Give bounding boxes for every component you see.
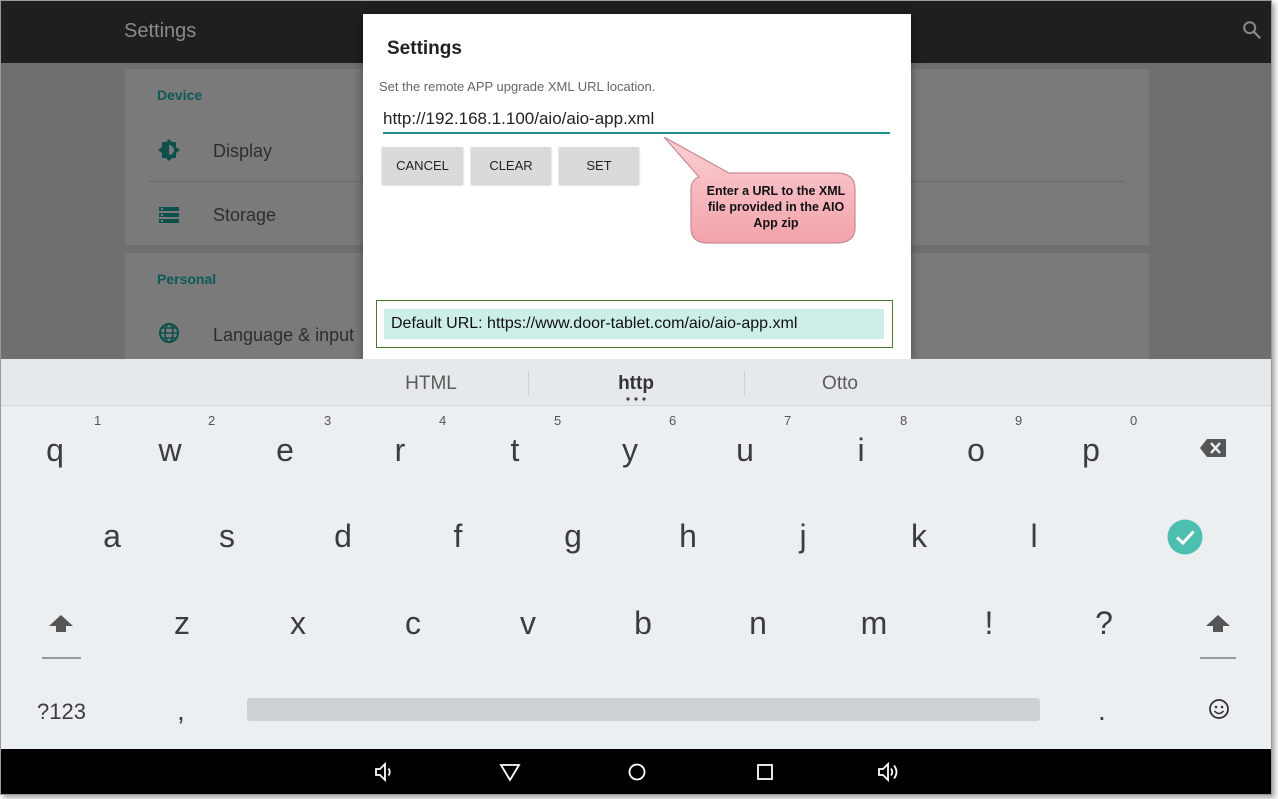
key-i[interactable]: i xyxy=(831,432,891,469)
key-hint-9: 9 xyxy=(1015,413,1023,428)
suggestion-html[interactable]: HTML xyxy=(331,373,531,395)
key-hint-5: 5 xyxy=(554,413,562,428)
key-period[interactable]: . xyxy=(1098,695,1106,727)
suggestion-strip: HTML http Otto xyxy=(1,359,1271,406)
shift-right-icon[interactable] xyxy=(1204,613,1232,633)
backspace-icon[interactable] xyxy=(1199,438,1227,458)
navigation-bar xyxy=(1,749,1271,794)
back-icon[interactable] xyxy=(498,760,522,784)
search-icon[interactable] xyxy=(1241,19,1263,41)
volume-up-icon[interactable] xyxy=(877,760,901,784)
key-w[interactable]: w xyxy=(140,432,200,469)
dialog-message: Set the remote APP upgrade XML URL locat… xyxy=(379,79,656,94)
key-hint-2: 2 xyxy=(208,413,216,428)
url-input[interactable] xyxy=(383,106,890,134)
key-hint-1: 1 xyxy=(94,413,102,428)
key-hint-8: 8 xyxy=(900,413,908,428)
screen-frame: Settings Device Display Storage Personal xyxy=(0,0,1272,795)
key-h[interactable]: h xyxy=(658,518,718,555)
default-url-highlight: Default URL: https://www.door-tablet.com… xyxy=(384,309,884,339)
key-a[interactable]: a xyxy=(82,518,142,555)
settings-item-display[interactable]: Display xyxy=(213,141,272,162)
key-t[interactable]: t xyxy=(485,432,545,469)
shift-icon[interactable] xyxy=(47,613,75,633)
shift-underline xyxy=(1200,657,1236,659)
key-q[interactable]: q xyxy=(25,432,85,469)
cancel-button[interactable]: CANCEL xyxy=(382,147,463,184)
key-g[interactable]: g xyxy=(543,518,603,555)
set-button[interactable]: SET xyxy=(559,147,639,184)
soft-keyboard: HTML http Otto q w e r t y u i o p 1 2 3… xyxy=(1,359,1271,749)
key-e[interactable]: e xyxy=(255,432,315,469)
key-hint-6: 6 xyxy=(669,413,677,428)
emoji-icon[interactable] xyxy=(1208,698,1230,720)
key-s[interactable]: s xyxy=(197,518,257,555)
settings-item-storage[interactable]: Storage xyxy=(213,205,276,226)
symbols-key[interactable]: ?123 xyxy=(37,699,86,725)
key-y[interactable]: y xyxy=(600,432,660,469)
space-bar[interactable] xyxy=(247,698,1040,721)
suggestion-divider xyxy=(528,371,529,395)
key-u[interactable]: u xyxy=(715,432,775,469)
key-comma[interactable]: , xyxy=(177,695,185,727)
home-icon[interactable] xyxy=(625,760,649,784)
key-n[interactable]: n xyxy=(728,605,788,642)
suggestion-http[interactable]: http xyxy=(536,373,736,395)
key-z[interactable]: z xyxy=(152,605,212,642)
key-c[interactable]: c xyxy=(383,605,443,642)
shift-underline xyxy=(42,657,81,659)
device-section-title: Device xyxy=(157,87,203,103)
globe-icon xyxy=(159,323,179,343)
key-f[interactable]: f xyxy=(428,518,488,555)
key-question[interactable]: ? xyxy=(1074,605,1134,642)
recents-icon[interactable] xyxy=(753,760,777,784)
key-hint-4: 4 xyxy=(439,413,447,428)
key-j[interactable]: j xyxy=(773,518,833,555)
key-r[interactable]: r xyxy=(370,432,430,469)
app-bar-title: Settings xyxy=(124,20,197,42)
key-exclamation[interactable]: ! xyxy=(959,605,1019,642)
personal-section-title: Personal xyxy=(157,271,217,287)
key-hint-7: 7 xyxy=(784,413,792,428)
default-url-text: Default URL: https://www.door-tablet.com… xyxy=(391,315,798,332)
default-url-box: Default URL: https://www.door-tablet.com… xyxy=(376,300,893,348)
key-m[interactable]: m xyxy=(844,605,904,642)
key-k[interactable]: k xyxy=(889,518,949,555)
key-hint-0: 0 xyxy=(1130,413,1138,428)
key-l[interactable]: l xyxy=(1004,518,1064,555)
clear-button[interactable]: CLEAR xyxy=(471,147,551,184)
key-v[interactable]: v xyxy=(498,605,558,642)
more-suggestions-icon[interactable] xyxy=(625,397,647,401)
suggestion-otto[interactable]: Otto xyxy=(740,373,940,395)
key-hint-3: 3 xyxy=(324,413,332,428)
key-x[interactable]: x xyxy=(268,605,328,642)
key-d[interactable]: d xyxy=(313,518,373,555)
key-b[interactable]: b xyxy=(613,605,673,642)
volume-down-icon[interactable] xyxy=(373,760,397,784)
settings-item-language[interactable]: Language & input xyxy=(213,325,354,346)
callout-text: Enter a URL to the XML file provided in … xyxy=(706,184,846,230)
key-p[interactable]: p xyxy=(1061,432,1121,469)
brightness-icon xyxy=(158,139,180,161)
key-o[interactable]: o xyxy=(946,432,1006,469)
enter-check-icon[interactable] xyxy=(1167,519,1203,555)
dialog-title: Settings xyxy=(387,38,462,59)
storage-icon xyxy=(159,207,179,223)
